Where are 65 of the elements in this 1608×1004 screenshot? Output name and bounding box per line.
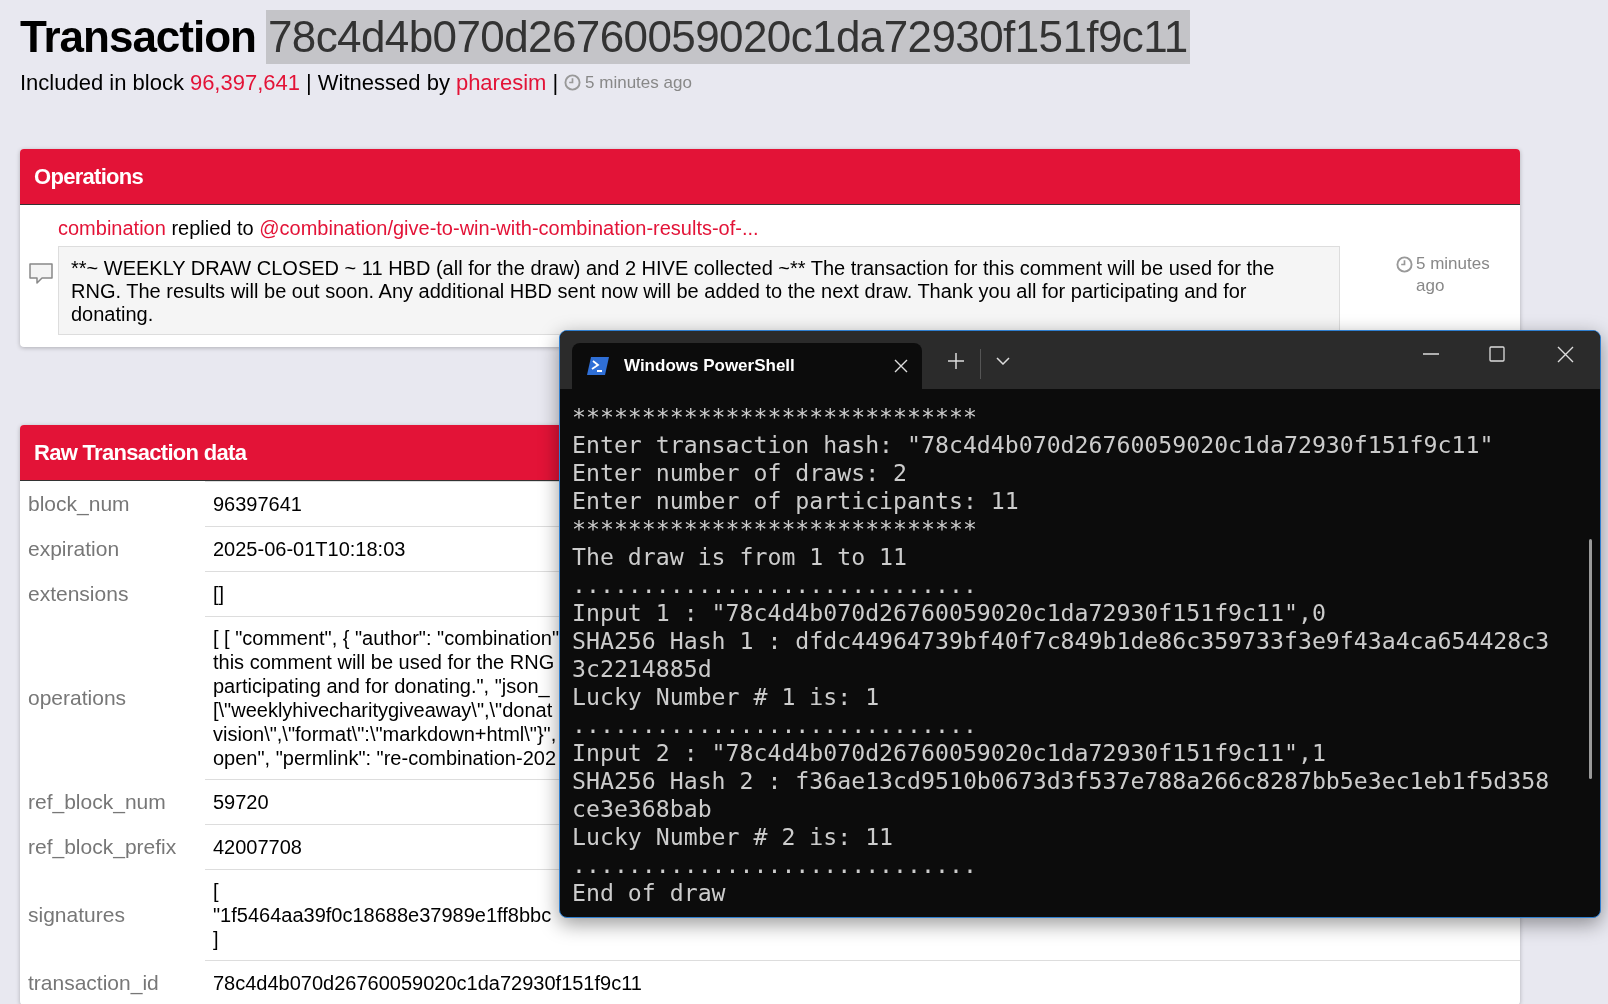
terminal-line: 3c2214885d bbox=[572, 655, 712, 683]
timestamp: 5 minutes ago bbox=[1416, 253, 1491, 297]
terminal-line: Enter transaction hash: "78c4d4b070d26760059020c1da72930f151f9c11" bbox=[572, 431, 1494, 459]
field-value: [\"weeklyhivecharitygiveaway\",\"donat bbox=[213, 698, 553, 722]
field-value: 59720 bbox=[213, 790, 269, 814]
field-value: vision\",\"format\":\"markdown+html\"}", bbox=[213, 722, 557, 746]
terminal-line: Enter number of participants: 11 bbox=[572, 487, 1019, 515]
chevron-down-icon[interactable] bbox=[996, 357, 1010, 365]
field-label: transaction_id bbox=[27, 969, 160, 997]
clock-icon bbox=[564, 74, 582, 91]
comment-icon bbox=[28, 262, 54, 286]
field-value: ] bbox=[213, 927, 219, 951]
tab-title: Windows PowerShell bbox=[624, 355, 795, 378]
close-icon[interactable] bbox=[894, 359, 908, 373]
field-value: [] bbox=[213, 582, 225, 606]
terminal-line: End of draw bbox=[572, 879, 726, 907]
witness-link[interactable]: pharesim bbox=[455, 66, 547, 99]
block-link[interactable]: 96,397,641 bbox=[189, 66, 300, 99]
scrollbar[interactable] bbox=[1589, 539, 1592, 779]
field-label: expiration bbox=[27, 535, 121, 562]
field-label: ref_block_num bbox=[27, 788, 167, 816]
action-text: replied to bbox=[171, 217, 254, 239]
author-link[interactable]: combination bbox=[58, 217, 166, 239]
timestamp: 5 minutes ago bbox=[585, 71, 692, 94]
subtitle-text: Included in block bbox=[20, 69, 184, 97]
terminal-line: Input 2 : "78c4d4b070d26760059020c1da72930f151f9c11",1 bbox=[572, 739, 1326, 767]
close-icon[interactable] bbox=[1556, 345, 1574, 363]
terminal-line: ............................. bbox=[572, 711, 977, 739]
terminal-line: The draw is from 1 to 11 bbox=[572, 543, 908, 571]
terminal-line: Input 1 : "78c4d4b070d26760059020c1da72930f151f9c11",0 bbox=[572, 599, 1326, 627]
terminal-line: Lucky Number # 1 is: 1 bbox=[572, 683, 880, 711]
subtitle-text: | Witnessed by bbox=[306, 69, 450, 97]
field-label: operations bbox=[27, 684, 128, 711]
terminal-icon bbox=[586, 356, 610, 376]
field-value: [ [ "comment", { "author": "combination" bbox=[213, 626, 560, 650]
transaction-hash: 78c4d4b070d26760059020c1da72930f151f9c11 bbox=[265, 10, 1190, 64]
terminal-line: ............................. bbox=[572, 571, 977, 599]
terminal-line: SHA256 Hash 1 : dfdc44964739bf40f7c849b1de86c359733f3e9f43a4ca654428c3 bbox=[572, 627, 1550, 655]
plus-icon[interactable] bbox=[947, 352, 965, 370]
clock-icon bbox=[1396, 256, 1413, 273]
card-header: Operations bbox=[20, 149, 1520, 205]
field-value: this comment will be used for the RNG bbox=[213, 650, 555, 674]
field-value: 78c4d4b070d26760059020c1da72930f151f9c11 bbox=[213, 971, 642, 995]
field-value: 96397641 bbox=[213, 492, 302, 516]
field-label: signatures bbox=[27, 901, 126, 928]
post-link[interactable]: @combination/give-to-win-with-combination-results-of-... bbox=[259, 217, 759, 239]
field-value: 42007708 bbox=[213, 835, 302, 859]
terminal-line: ............................. bbox=[572, 851, 977, 879]
field-label: ref_block_prefix bbox=[27, 833, 178, 861]
page-title: Transaction bbox=[20, 11, 256, 63]
terminal-line: ***************************** bbox=[572, 515, 977, 543]
field-value: [ bbox=[213, 879, 219, 903]
comment-body: **~ WEEKLY DRAW CLOSED ~ 11 HBD (all for the draw) and 2 HIVE collected ~** The transaction for this comment will be used for the RNG. The results will be out soon. Any additional HBD sent now will be added to the next draw. Thank you all for participating and for donating. bbox=[58, 246, 1340, 335]
field-label: block_num bbox=[27, 490, 131, 518]
maximize-icon[interactable] bbox=[1489, 346, 1505, 362]
field-value: participating and for donating.", "json_ bbox=[213, 674, 550, 698]
terminal-line: Lucky Number # 2 is: 11 bbox=[572, 823, 894, 851]
terminal-line: SHA256 Hash 2 : f36ae13cd9510b0673d3f537e788a266c8287bb5e3ec1eb1f5d358 bbox=[572, 767, 1550, 795]
field-value: open", "permlink": "re-combination-202 bbox=[213, 746, 556, 770]
separator-text: | bbox=[552, 69, 559, 97]
field-value: 2025-06-01T10:18:03 bbox=[213, 537, 406, 561]
field-value: "1f5464aa39f0c18688e37989e1ff8bbc bbox=[213, 903, 552, 927]
field-label: extensions bbox=[27, 580, 130, 607]
terminal-tab[interactable]: Windows PowerShell bbox=[572, 343, 922, 389]
terminal-line: ce3e368bab bbox=[572, 795, 712, 823]
